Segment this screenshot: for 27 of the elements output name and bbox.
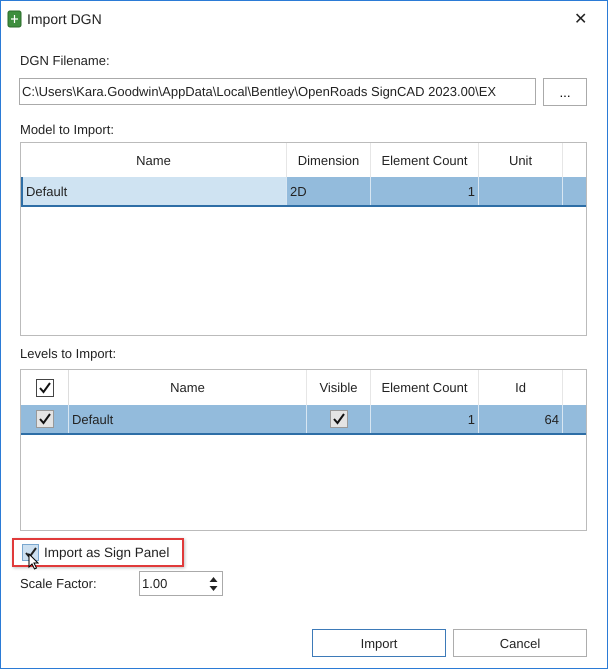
table-row[interactable]: Default 1 64 (21, 405, 586, 435)
table-cell: 1 (468, 412, 475, 426)
table-cell: 2D (290, 184, 307, 198)
visible-checkbox[interactable] (330, 410, 348, 428)
table-cell: Default (72, 412, 114, 426)
field-label: DGN Filename: (20, 53, 111, 70)
browse-button[interactable]: ... (543, 78, 587, 106)
mouse-cursor-icon (28, 553, 39, 570)
filename-field[interactable]: C:\Users\Kara.Goodwin\AppData\Local\Bentley\OpenRoads SignCAD 2023.00\EX (19, 78, 536, 105)
checkbox-label[interactable]: Import as Sign Panel (44, 545, 170, 560)
sign-panel-checkbox[interactable] (22, 544, 39, 561)
close-button[interactable]: ✕ (560, 7, 601, 31)
dialog-button[interactable]: Import (312, 629, 446, 657)
spinner-arrows-icon[interactable] (209, 574, 218, 592)
section-label: Model to Import: (20, 122, 115, 139)
table-row[interactable]: Default 2D 1 (21, 177, 586, 207)
field-label: Scale Factor: (20, 576, 98, 591)
window-title: Import DGN (27, 11, 103, 27)
table-cell: 64 (544, 412, 559, 426)
select-all-checkbox[interactable] (36, 378, 54, 396)
dialog-button[interactable]: Cancel (453, 629, 587, 657)
app-icon (7, 10, 23, 28)
table-cell: Default (26, 184, 68, 198)
table-cell: 1 (468, 184, 475, 198)
row-checkbox[interactable] (36, 410, 54, 428)
scale-factor-spinner[interactable]: 1.00 (139, 571, 223, 596)
section-label: Levels to Import: (20, 346, 118, 363)
